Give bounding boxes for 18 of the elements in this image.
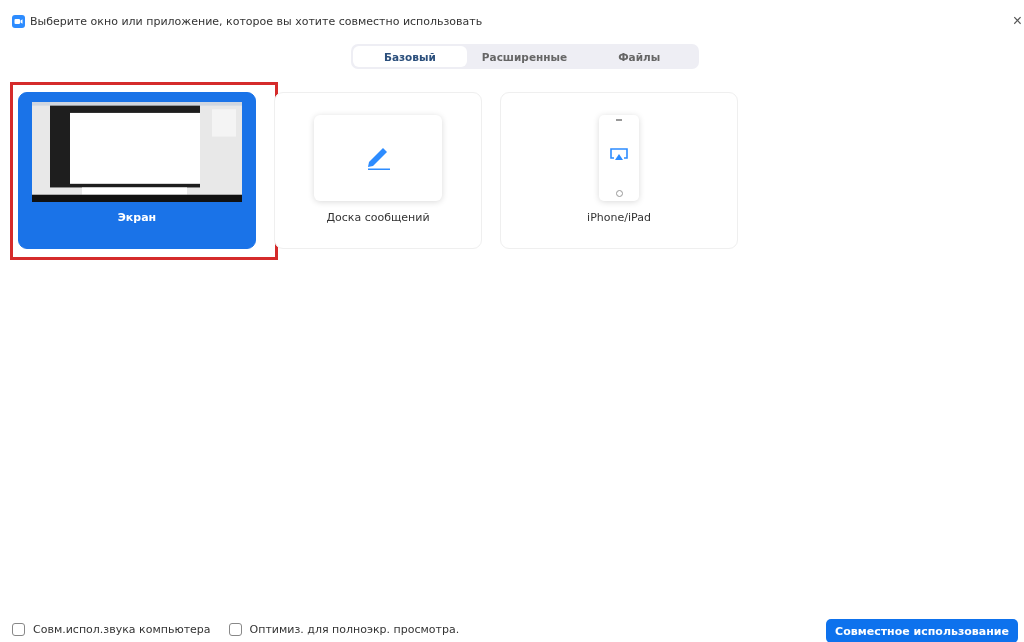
share-option-card[interactable]: Доска сообщений xyxy=(274,92,482,249)
checkbox-label: Оптимиз. для полноэкр. просмотра. xyxy=(249,622,460,636)
tab[interactable]: Расширенные xyxy=(467,46,582,67)
option-label: Экран xyxy=(117,211,157,224)
checkbox-label: Совм.испол.звука компьютера xyxy=(33,622,211,636)
pen-icon xyxy=(365,145,391,171)
camera-icon xyxy=(12,14,25,28)
checkbox[interactable] xyxy=(12,622,25,636)
window-title: Выберите окно или приложение, которое вы хотите совместно использовать xyxy=(30,14,484,28)
option-label: Доска сообщений xyxy=(326,211,430,224)
checkbox[interactable] xyxy=(228,622,242,636)
tab[interactable]: Файлы xyxy=(581,46,697,67)
tab[interactable]: Базовый xyxy=(352,46,468,67)
close-button[interactable]: × xyxy=(1012,13,1022,29)
share-button[interactable]: Совместное использование xyxy=(826,619,1018,642)
share-option-card[interactable]: iPhone/iPad xyxy=(500,92,738,249)
option-label: iPhone/iPad xyxy=(587,211,651,224)
share-option-card[interactable]: Экран xyxy=(18,92,256,249)
